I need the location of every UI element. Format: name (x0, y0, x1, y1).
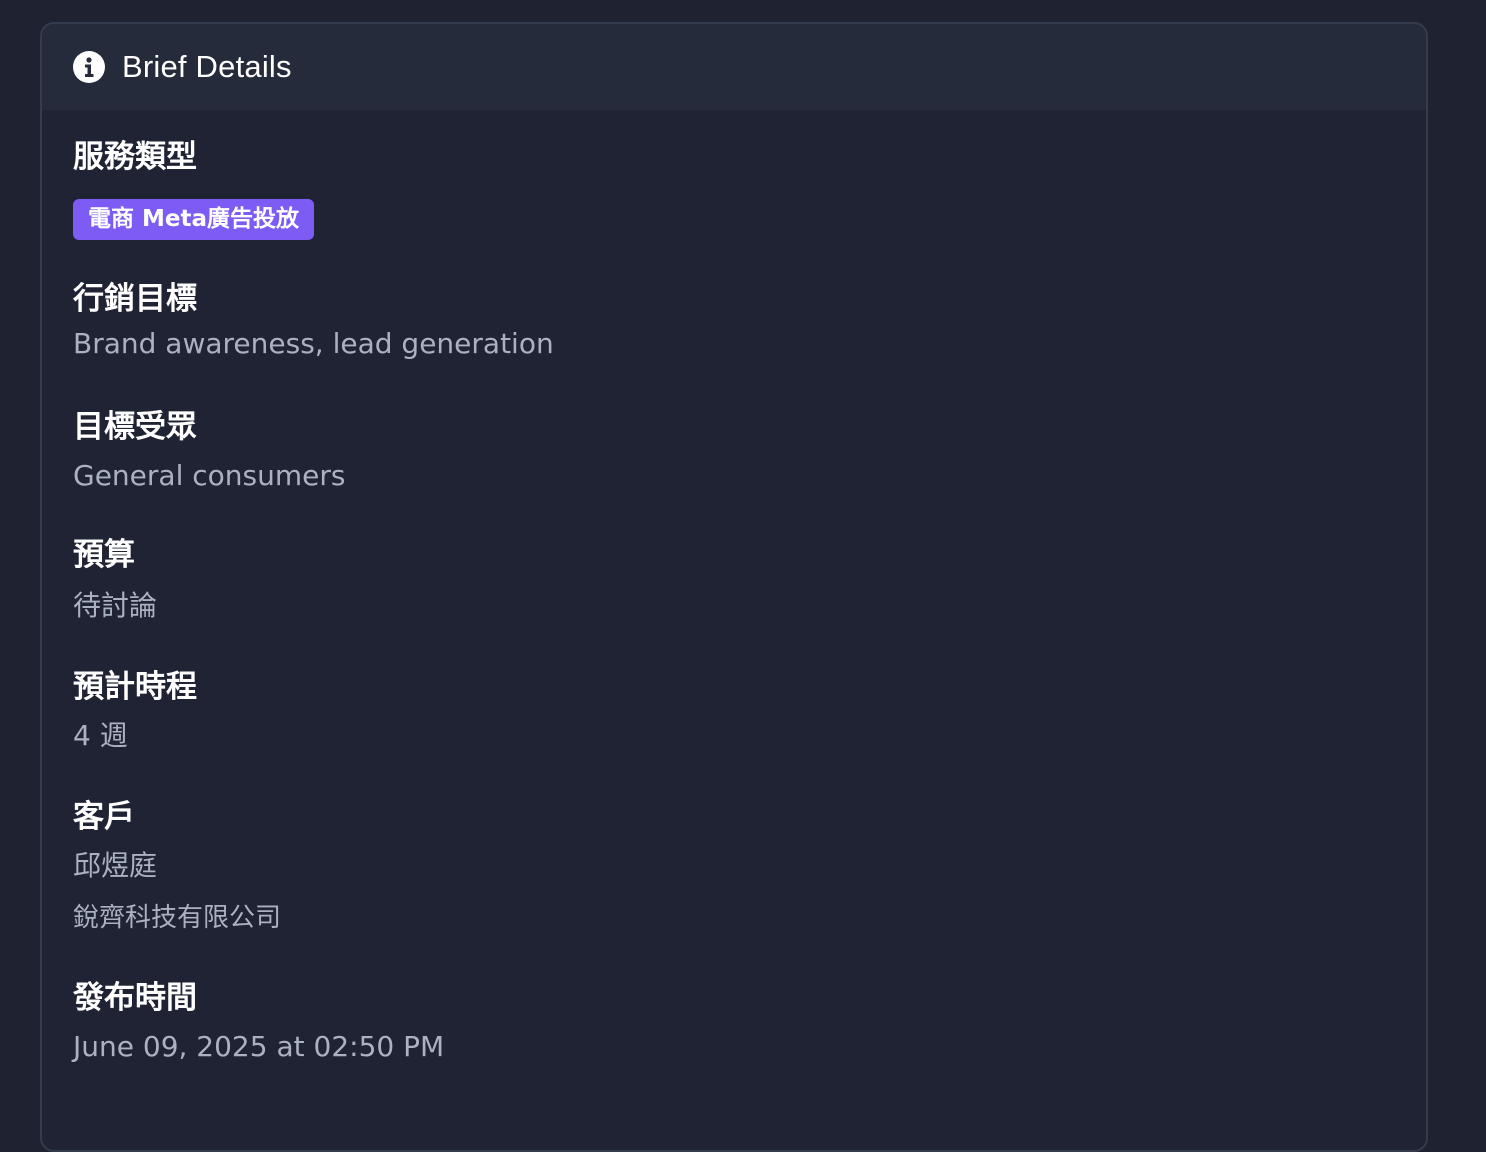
field-client: 客戶 邱煜庭 銳齊科技有限公司 (73, 798, 1426, 935)
info-circle-icon (72, 50, 106, 84)
field-value-published: June 09, 2025 at 02:50 PM (73, 1030, 445, 1063)
field-timeline: 預計時程 4 週 (73, 668, 1426, 754)
field-value-target-audience: General consumers (73, 459, 346, 492)
field-value-client-name: 邱煜庭 (73, 849, 158, 882)
field-service-type: 服務類型 電商 Meta廣告投放 (73, 138, 1426, 240)
field-marketing-goal: 行銷目標 Brand awareness, lead generation (73, 280, 1426, 362)
field-target-audience: 目標受眾 General consumers (73, 408, 1426, 494)
field-value-budget: 待討論 (73, 589, 158, 622)
card-header: Brief Details (42, 24, 1426, 110)
brief-details-card: Brief Details 服務類型 電商 Meta廣告投放 行銷目標 Bran… (40, 22, 1428, 1152)
field-label-service-type: 服務類型 (73, 139, 197, 175)
field-label-client: 客戶 (73, 799, 135, 835)
field-value-timeline: 4 週 (73, 719, 128, 752)
field-label-marketing-goal: 行銷目標 (73, 281, 197, 317)
field-value-client-company: 銳齊科技有限公司 (73, 903, 282, 933)
field-label-budget: 預算 (73, 537, 135, 573)
field-budget: 預算 待討論 (73, 536, 1426, 624)
field-label-published: 發布時間 (73, 980, 197, 1016)
card-body: 服務類型 電商 Meta廣告投放 行銷目標 Brand awareness, l… (42, 110, 1426, 1065)
field-published: 發布時間 June 09, 2025 at 02:50 PM (73, 979, 1426, 1065)
service-type-tag: 電商 Meta廣告投放 (73, 199, 315, 240)
field-label-target-audience: 目標受眾 (73, 409, 197, 445)
card-title: Brief Details (122, 49, 292, 84)
field-value-marketing-goal: Brand awareness, lead generation (73, 327, 554, 360)
field-label-timeline: 預計時程 (73, 669, 197, 705)
